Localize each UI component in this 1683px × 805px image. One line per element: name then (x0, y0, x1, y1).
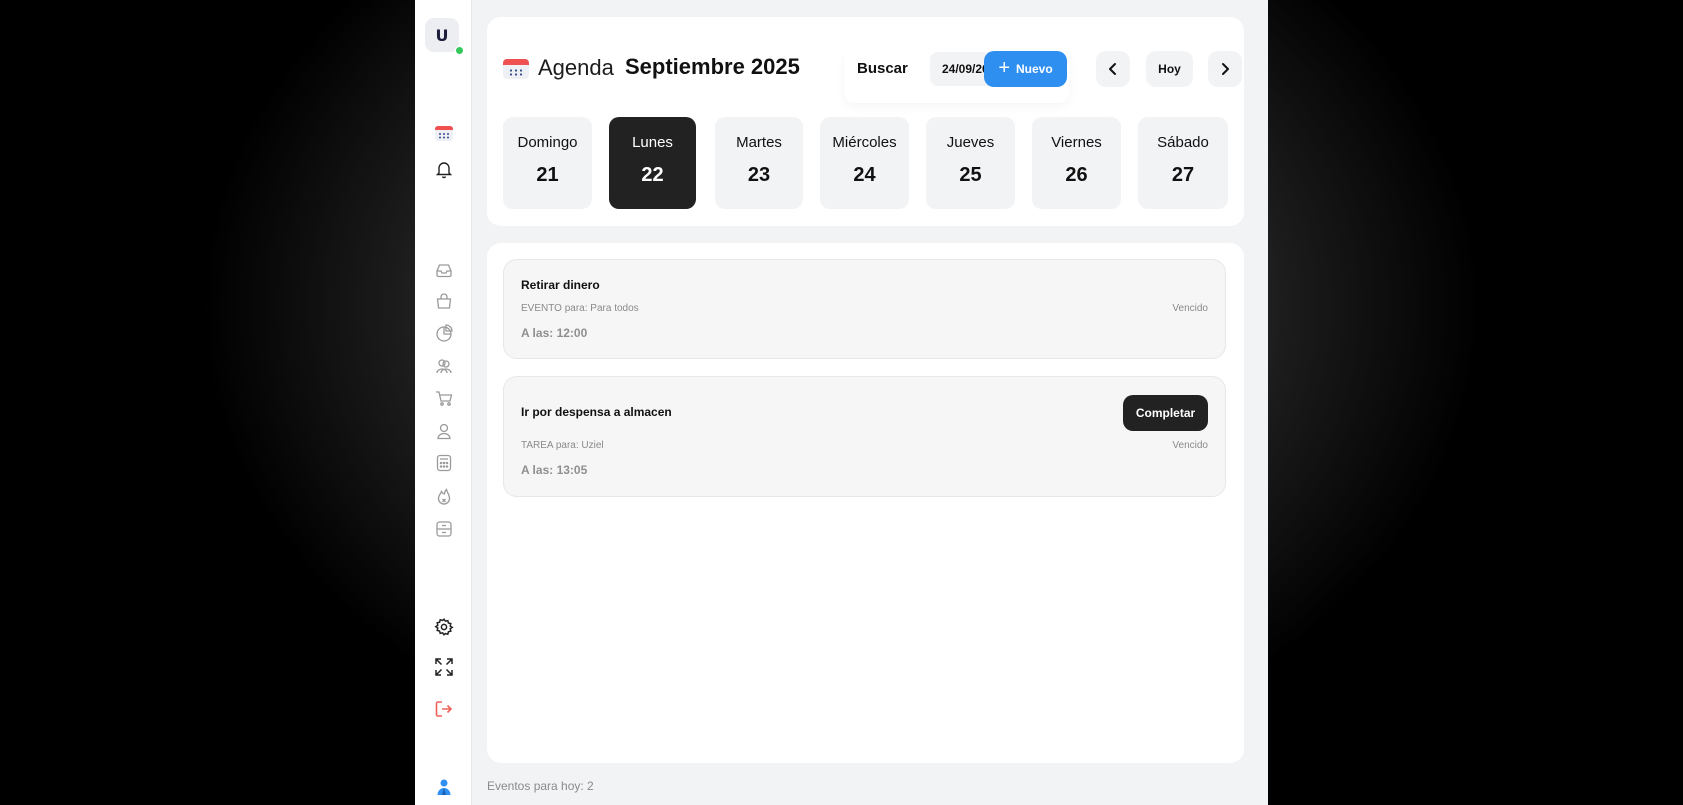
page-title: Agenda (538, 55, 614, 80)
day-friday[interactable]: Viernes 26 (1032, 117, 1121, 209)
users-icon[interactable] (433, 355, 455, 377)
avatar-letter: U (435, 25, 449, 45)
next-week-button[interactable] (1208, 51, 1242, 87)
month-label: Septiembre 2025 (625, 54, 800, 79)
new-button[interactable]: + Nuevo (984, 51, 1067, 87)
week-days: Domingo 21 Lunes 22 Martes 23 Miércoles … (503, 117, 1228, 209)
day-saturday[interactable]: Sábado 27 (1138, 117, 1228, 209)
pie-chart-icon[interactable] (433, 322, 455, 344)
new-button-label: Nuevo (1016, 62, 1053, 76)
event-time: A las: 13:05 (521, 463, 588, 477)
inbox-icon[interactable] (433, 259, 455, 281)
logout-icon[interactable] (433, 698, 455, 720)
day-tuesday[interactable]: Martes 23 (715, 117, 803, 209)
day-number: 27 (1171, 164, 1195, 186)
app-window: U Agenda Septiembre 2025 Buscar 24/09/20… (415, 0, 1268, 805)
event-meta: EVENTO para: Para todos (521, 303, 639, 314)
calendar-icon[interactable] (433, 122, 455, 144)
gear-icon[interactable] (433, 616, 455, 638)
day-sunday[interactable]: Domingo 21 (503, 117, 592, 209)
day-number: 21 (536, 164, 559, 186)
fullscreen-icon[interactable] (433, 656, 455, 678)
event-status: Vencido (1172, 440, 1208, 451)
day-name: Lunes (632, 134, 673, 151)
day-name: Jueves (946, 134, 995, 151)
event-item[interactable]: Retirar dinero EVENTO para: Para todos V… (503, 259, 1226, 359)
day-name: Miércoles (832, 134, 897, 151)
day-number: 25 (959, 164, 982, 186)
plus-icon: + (998, 57, 1010, 79)
event-meta: TAREA para: Uziel (521, 440, 604, 451)
events-card: Retirar dinero EVENTO para: Para todos V… (487, 243, 1244, 763)
day-name: Sábado (1157, 134, 1209, 151)
day-number: 23 (747, 164, 771, 186)
bell-icon[interactable] (433, 158, 455, 180)
archive-icon[interactable] (433, 518, 455, 540)
event-item[interactable]: Ir por despensa a almacen Completar TARE… (503, 376, 1226, 497)
events-count: Eventos para hoy: 2 (487, 779, 594, 793)
chevron-left-icon (1109, 63, 1116, 75)
day-number: 24 (853, 164, 876, 186)
avatar[interactable]: U (425, 18, 459, 52)
prev-week-button[interactable] (1096, 51, 1130, 87)
day-name: Viernes (1051, 134, 1102, 151)
user-icon[interactable] (433, 420, 455, 442)
sidebar: U (415, 0, 472, 805)
search-label: Buscar (857, 60, 908, 77)
event-title: Retirar dinero (521, 278, 600, 292)
day-name: Domingo (517, 134, 578, 151)
day-thursday[interactable]: Jueves 25 (926, 117, 1015, 209)
day-monday[interactable]: Lunes 22 (609, 117, 696, 209)
profile-icon[interactable] (433, 776, 455, 798)
calculator-icon[interactable] (433, 452, 455, 474)
event-time: A las: 12:00 (521, 326, 588, 340)
event-title: Ir por despensa a almacen (521, 405, 672, 419)
fire-icon[interactable] (433, 485, 455, 507)
complete-button[interactable]: Completar (1123, 395, 1208, 431)
bag-icon[interactable] (433, 290, 455, 312)
agenda-calendar-icon (503, 59, 529, 79)
day-wednesday[interactable]: Miércoles 24 (820, 117, 909, 209)
header-card: Agenda Septiembre 2025 Buscar + Nuevo Ho… (487, 17, 1244, 226)
day-number: 26 (1065, 164, 1088, 186)
event-status: Vencido (1172, 303, 1208, 314)
chevron-right-icon (1222, 63, 1229, 75)
online-status-dot (455, 46, 464, 55)
cart-icon[interactable] (433, 387, 455, 409)
day-number: 22 (641, 164, 664, 186)
day-name: Martes (736, 134, 782, 151)
today-button[interactable]: Hoy (1146, 51, 1193, 87)
